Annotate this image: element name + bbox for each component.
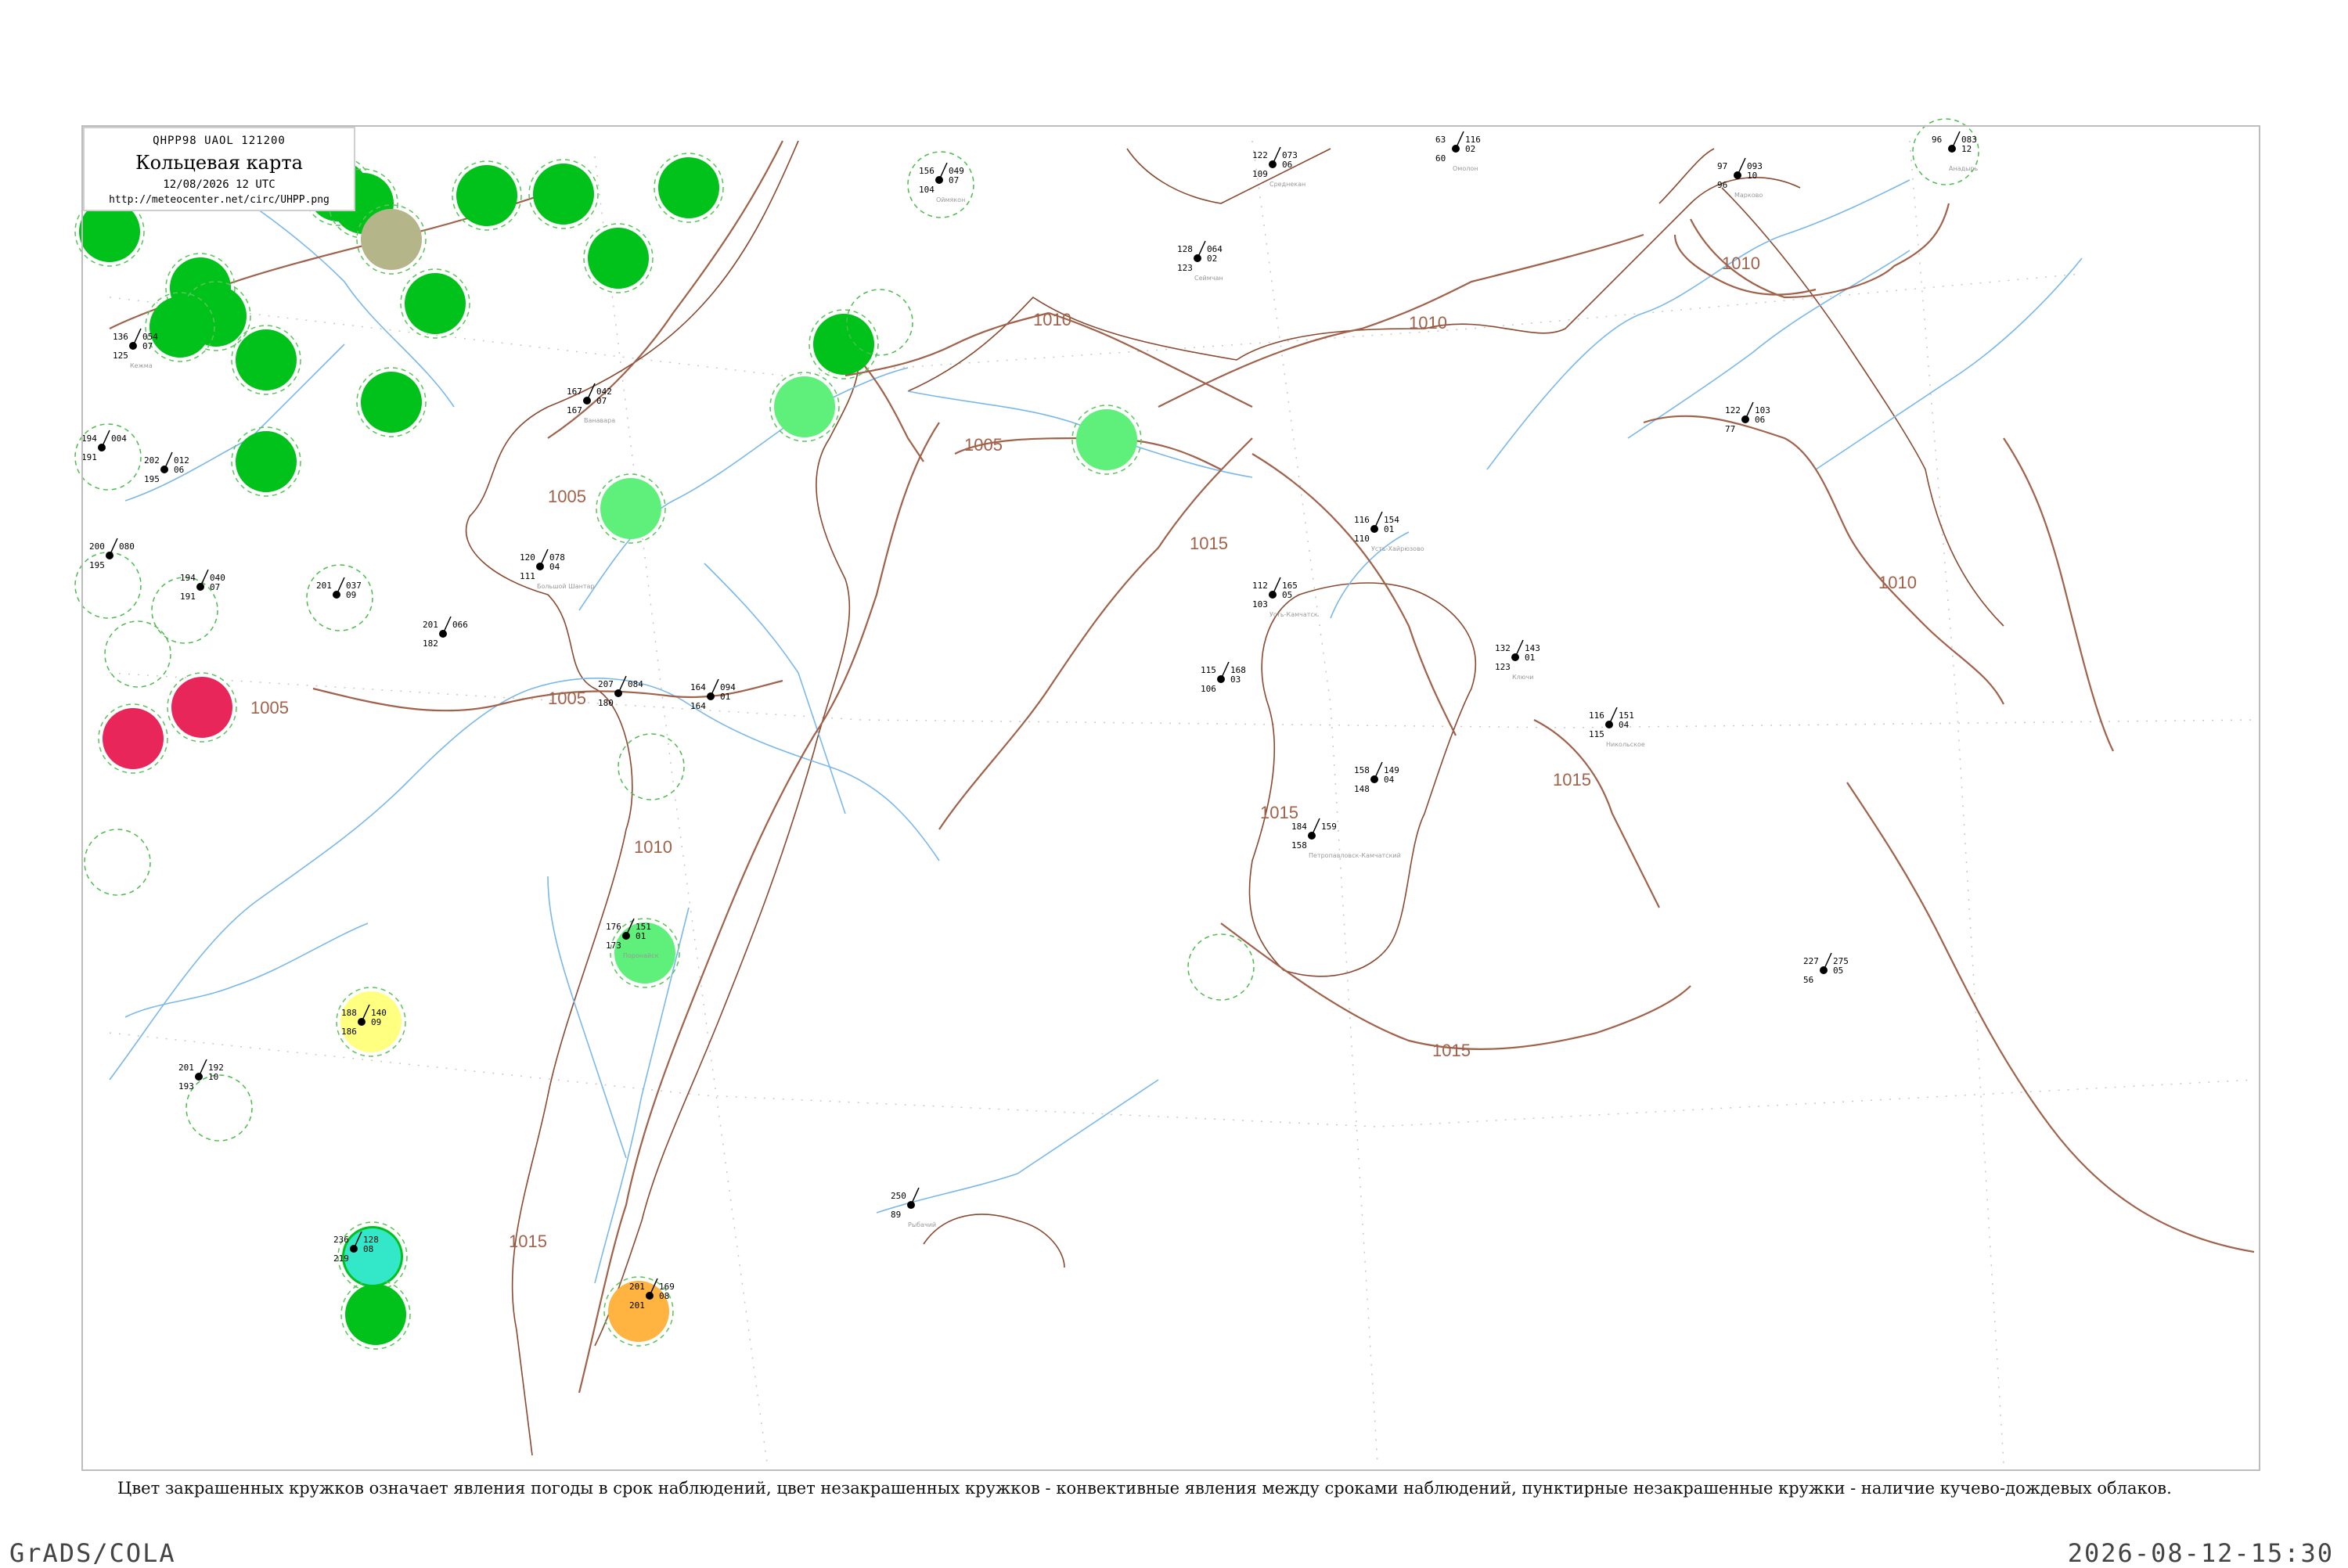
bulletin-code: QHPP98 UAOL 121200 — [153, 135, 286, 147]
map-datetime: 12/08/2026 12 UTC — [163, 178, 275, 191]
source-url: http://meteocenter.net/circ/UHPP.png — [109, 194, 330, 206]
title-box: QHPP98 UAOL 121200 Кольцевая карта 12/08… — [83, 127, 355, 211]
map-title: Кольцевая карта — [135, 152, 303, 174]
legend-caption: Цвет закрашенных кружков означает явлени… — [117, 1479, 2172, 1498]
render-timestamp: 2026-08-12-15:30 — [2067, 1538, 2334, 1568]
software-credit: GrADS/COLA — [9, 1538, 176, 1568]
map-frame — [81, 125, 2260, 1471]
